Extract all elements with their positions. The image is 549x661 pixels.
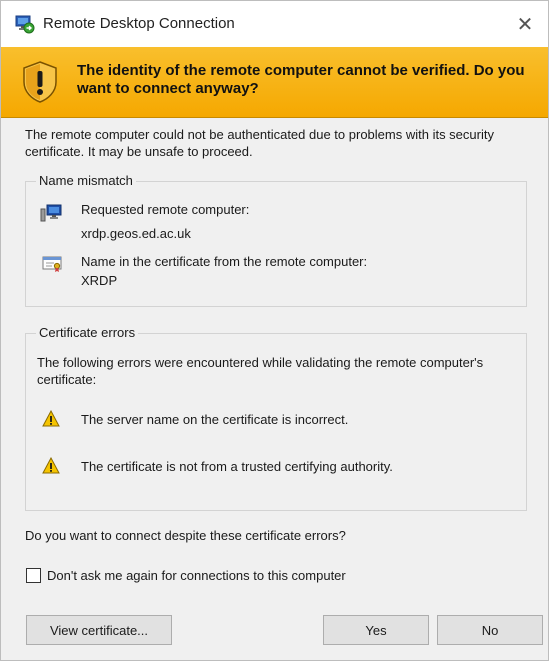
remote-desktop-icon <box>15 15 35 34</box>
certificate-icon <box>42 256 62 272</box>
dont-ask-checkbox-row[interactable]: Don't ask me again for connections to th… <box>26 568 346 583</box>
connect-question: Do you want to connect despite these cer… <box>25 528 346 543</box>
warning-icon <box>42 457 60 474</box>
intro-text: The remote computer could not be authent… <box>25 127 494 159</box>
banner-message: The identity of the remote computer cann… <box>77 62 525 97</box>
shield-warning-icon <box>23 61 57 103</box>
certificate-errors-legend: Certificate errors <box>36 325 139 340</box>
error-item: The server name on the certificate is in… <box>81 412 349 427</box>
dialog-window: Remote Desktop Connection ✕ The identity… <box>0 0 549 661</box>
view-certificate-button[interactable]: View certificate... <box>26 615 172 645</box>
title-bar[interactable]: Remote Desktop Connection ✕ <box>1 1 548 47</box>
close-icon: ✕ <box>516 13 534 36</box>
window-title: Remote Desktop Connection <box>43 15 235 32</box>
error-item: The certificate is not from a trusted ce… <box>81 459 393 474</box>
name-mismatch-legend: Name mismatch <box>36 173 136 188</box>
no-button[interactable]: No <box>437 615 543 645</box>
dont-ask-checkbox[interactable] <box>26 568 41 583</box>
cert-name-value: XRDP <box>81 273 118 288</box>
dont-ask-label[interactable]: Don't ask me again for connections to th… <box>47 568 346 583</box>
certificate-errors-group: Certificate errors The following errors … <box>25 325 527 511</box>
yes-button[interactable]: Yes <box>323 615 429 645</box>
name-mismatch-group: Name mismatch Requested remote computer:… <box>25 173 527 307</box>
warning-icon <box>42 410 60 427</box>
requested-value: xrdp.geos.ed.ac.uk <box>81 226 191 241</box>
close-button[interactable]: ✕ <box>502 1 548 47</box>
requested-label: Requested remote computer: <box>81 202 250 217</box>
cert-name-label: Name in the certificate from the remote … <box>81 254 368 269</box>
warning-banner: The identity of the remote computer cann… <box>1 47 548 118</box>
errors-description: The following errors were encountered wh… <box>37 355 484 387</box>
computer-icon <box>40 204 62 222</box>
